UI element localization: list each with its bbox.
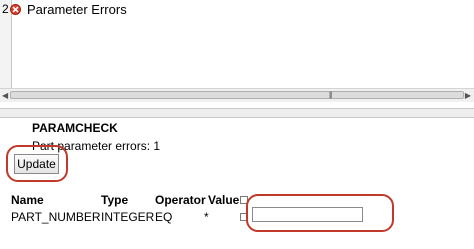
scrollbar-thumb[interactable]: ||| — [10, 91, 464, 99]
update-button[interactable]: Update — [14, 154, 59, 174]
column-header-name: Name — [11, 193, 44, 207]
value-input[interactable] — [252, 207, 363, 222]
column-header-type: Type — [101, 193, 129, 207]
error-list-pane: 2 Parameter Errors ◀ ||| ▶ — [0, 0, 474, 102]
pane-splitter[interactable] — [0, 108, 474, 118]
scroll-left-icon[interactable]: ◀ — [2, 91, 8, 100]
column-header-operator: Operator — [155, 193, 206, 207]
row-number: 2 — [2, 2, 9, 16]
scrollbar-grip-icon: ||| — [329, 92, 333, 99]
error-icon — [10, 4, 21, 15]
list-item[interactable]: 2 Parameter Errors — [0, 0, 474, 18]
panel-title: PARAMCHECK — [32, 121, 118, 135]
column-header-value: Value — [208, 193, 240, 207]
param-type-cell: INTEGER — [101, 210, 155, 224]
scroll-right-icon[interactable]: ▶ — [465, 91, 471, 100]
horizontal-scrollbar[interactable]: ◀ ||| ▶ — [0, 88, 474, 102]
error-item-label: Parameter Errors — [27, 2, 127, 17]
param-name-cell: PART_NUMBER — [11, 210, 101, 224]
param-operator-cell: EQ — [155, 210, 173, 224]
required-marker: * — [204, 210, 209, 224]
